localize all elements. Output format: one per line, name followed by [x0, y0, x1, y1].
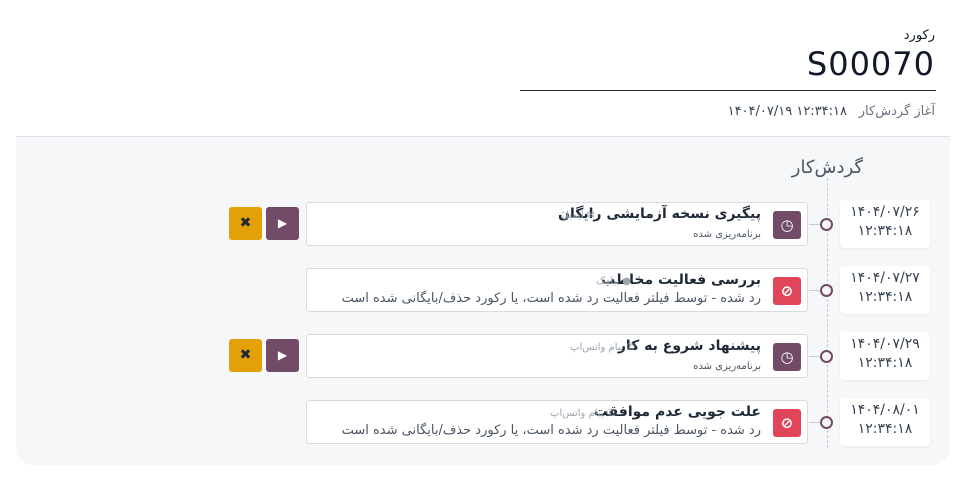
channel-label: پیامک — [596, 276, 620, 287]
play-icon: ▶ — [277, 216, 288, 230]
step-date: ۱۴۰۴/۰۷/۲۹ — [850, 336, 920, 352]
step-date: ۱۴۰۴/۰۸/۰۱ — [850, 402, 920, 418]
workflow-step: ۱۴۰۴/۰۷/۲۷ ۱۲:۳۴:۱۸ ⊘ بررسی فعالیت مخاطب… — [0, 266, 966, 314]
workflow-step: ۱۴۰۴/۰۷/۲۶ ۱۲:۳۴:۱۸ ◷ پیگیری نسخه آزمایش… — [0, 200, 966, 248]
envelope-icon: ✉ — [586, 210, 595, 221]
step-time: ۱۲:۳۴:۱۸ — [857, 223, 913, 239]
step-date: ۱۴۰۴/۰۷/۲۷ — [850, 270, 920, 286]
run-now-button[interactable]: ▶ — [266, 339, 299, 372]
activity-status: رد شده - توسط فیلتر فعالیت رد شده است، ی… — [341, 423, 761, 438]
activity-card[interactable]: ◷ پیشنهاد شروع به کار ✆پیام واتس‌اپ برنا… — [306, 334, 808, 378]
sms-bubble-icon: ● — [622, 276, 631, 287]
whatsapp-icon: ✆ — [626, 342, 635, 353]
channel-label: ایمیل — [561, 210, 584, 221]
workflow-start-label: آغاز گردش‌کار — [858, 104, 935, 119]
play-icon: ▶ — [277, 348, 288, 362]
step-date: ۱۴۰۴/۰۷/۲۶ — [850, 204, 920, 220]
cancel-activity-button[interactable]: ✖ — [229, 339, 262, 372]
activity-channel: ✆پیام واتس‌اپ — [570, 342, 635, 353]
activity-channel: ●پیامک — [596, 276, 631, 287]
timeline-dot — [820, 218, 833, 231]
cancel-activity-button[interactable]: ✖ — [229, 207, 262, 240]
record-label: رکورد — [903, 28, 935, 43]
step-date-box: ۱۴۰۴/۰۷/۲۹ ۱۲:۳۴:۱۸ — [840, 332, 930, 380]
step-date-box: ۱۴۰۴/۰۷/۲۷ ۱۲:۳۴:۱۸ — [840, 266, 930, 314]
activity-status: برنامه‌ریزی شده — [693, 229, 761, 240]
clock-icon: ◷ — [773, 343, 801, 371]
timeline-dot — [820, 350, 833, 363]
step-time: ۱۲:۳۴:۱۸ — [857, 289, 913, 305]
workflow-step: ۱۴۰۴/۰۸/۰۱ ۱۲:۳۴:۱۸ ⊘ علت جویی عدم موافق… — [0, 398, 966, 446]
activity-card[interactable]: ⊘ بررسی فعالیت مخاطب ●پیامک رد شده - توس… — [306, 268, 808, 312]
run-now-button[interactable]: ▶ — [266, 207, 299, 240]
whatsapp-icon: ✆ — [606, 408, 615, 419]
workflow-step: ۱۴۰۴/۰۷/۲۹ ۱۲:۳۴:۱۸ ◷ پیشنهاد شروع به کا… — [0, 332, 966, 380]
step-time: ۱۲:۳۴:۱۸ — [857, 355, 913, 371]
step-time: ۱۲:۳۴:۱۸ — [857, 421, 913, 437]
cancel-circle-icon: ⊘ — [773, 277, 801, 305]
workflow-title: گردش‌کار — [791, 157, 863, 178]
channel-label: پیام واتس‌اپ — [570, 342, 624, 353]
activity-title: علت جویی عدم موافقت — [593, 404, 761, 420]
step-date-box: ۱۴۰۴/۰۷/۲۶ ۱۲:۳۴:۱۸ — [840, 200, 930, 248]
timeline-dot — [820, 284, 833, 297]
workflow-start-value: ۱۴۰۴/۰۷/۱۹ ۱۲:۳۴:۱۸ — [727, 104, 847, 119]
activity-status: برنامه‌ریزی شده — [693, 361, 761, 372]
close-icon: ✖ — [239, 215, 252, 231]
activity-card[interactable]: ◷ پیگیری نسخه آزمایشی رایگان ✉ایمیل برنا… — [306, 202, 808, 246]
activity-title: پیشنهاد شروع به کار — [617, 338, 761, 354]
record-name-underline — [520, 90, 936, 91]
cancel-circle-icon: ⊘ — [773, 409, 801, 437]
clock-icon: ◷ — [773, 211, 801, 239]
activity-status: رد شده - توسط فیلتر فعالیت رد شده است، ی… — [341, 291, 761, 306]
step-date-box: ۱۴۰۴/۰۸/۰۱ ۱۲:۳۴:۱۸ — [840, 398, 930, 446]
close-icon: ✖ — [239, 347, 252, 363]
timeline-dot — [820, 416, 833, 429]
record-header: رکورد S00070 آغاز گردش‌کار ۱۴۰۴/۰۷/۱۹ ۱۲… — [0, 0, 966, 137]
activity-channel: ✆پیام واتس‌اپ — [550, 408, 615, 419]
record-name: S00070 — [806, 45, 935, 83]
activity-channel: ✉ایمیل — [562, 210, 595, 221]
activity-card[interactable]: ⊘ علت جویی عدم موافقت ✆پیام واتس‌اپ رد ش… — [306, 400, 808, 444]
channel-label: پیام واتس‌اپ — [550, 408, 604, 419]
